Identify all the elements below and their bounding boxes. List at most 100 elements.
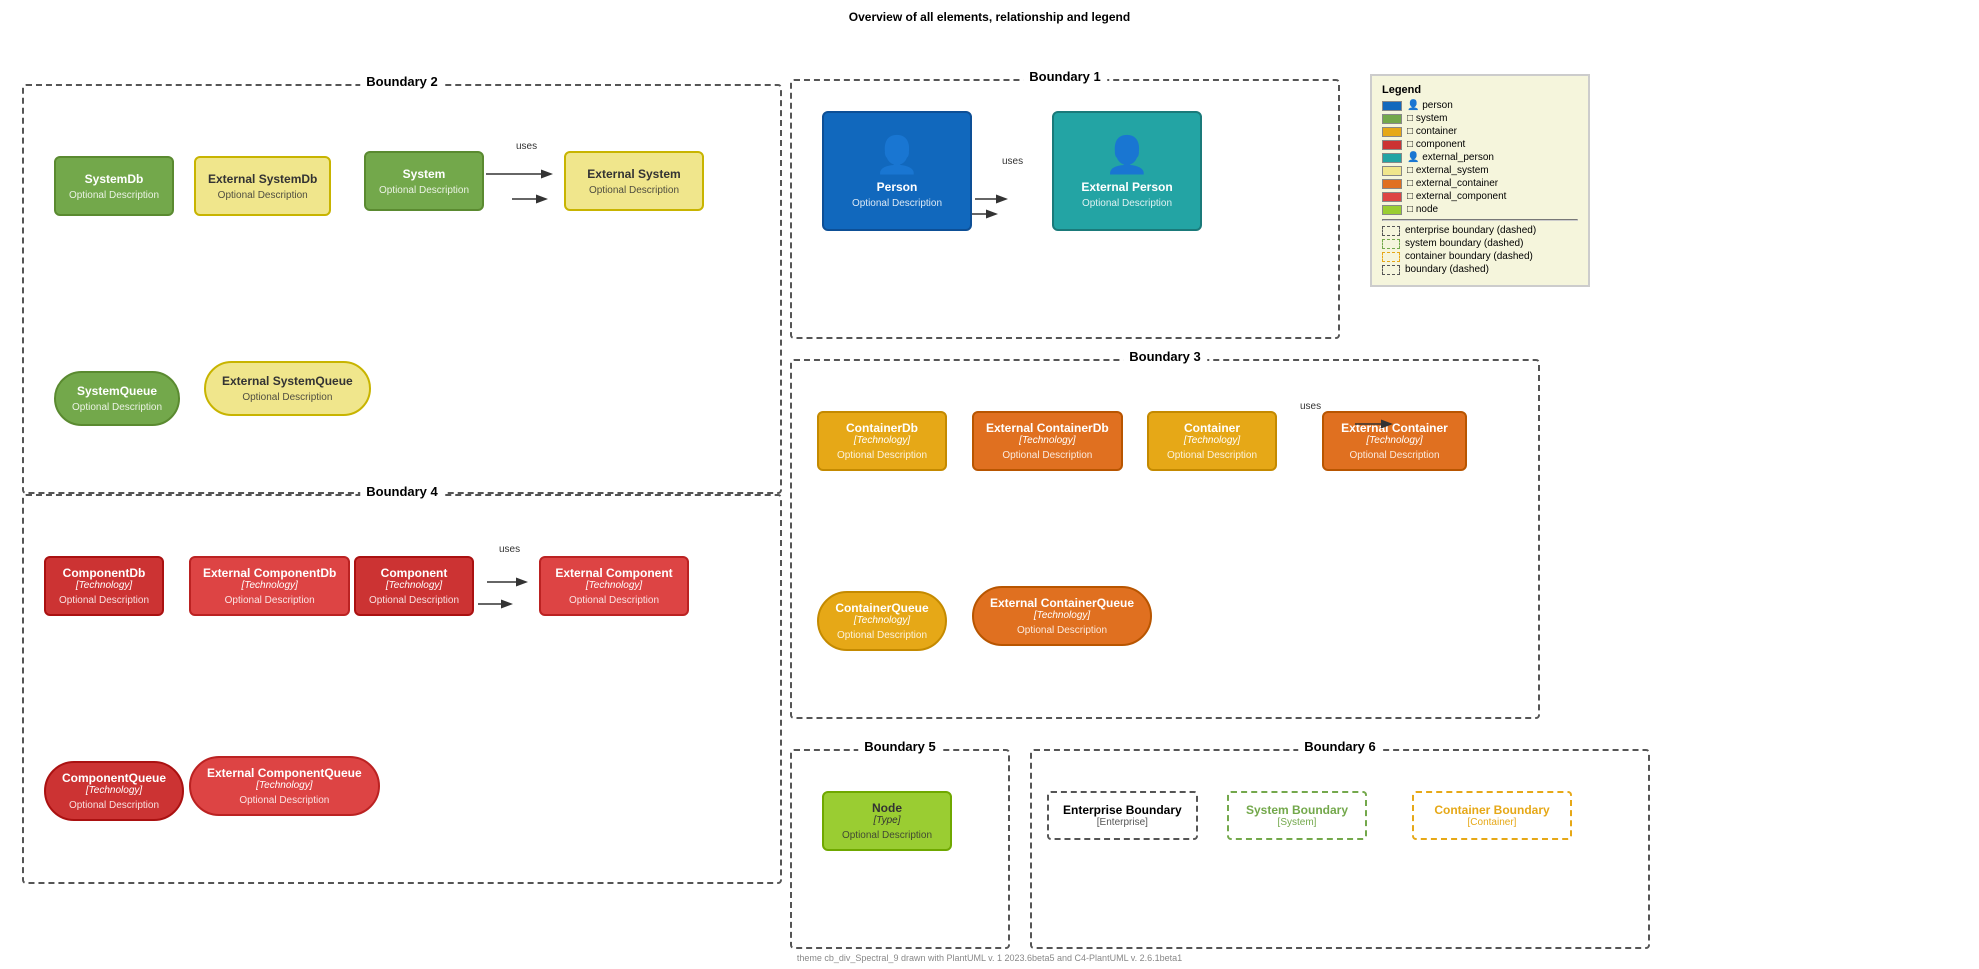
component-queue-tech: [Technology] <box>86 785 142 796</box>
legend-container: □ container <box>1382 126 1578 137</box>
system-boundary-sub: [System] <box>1243 817 1351 828</box>
external-component-tech: [Technology] <box>586 580 642 591</box>
legend-ext-container: □ external_container <box>1382 178 1578 189</box>
legend-system: □ system <box>1382 113 1578 124</box>
legend-node-swatch <box>1382 205 1402 215</box>
enterprise-boundary-name: Enterprise Boundary <box>1063 803 1182 817</box>
legend-system-swatch <box>1382 114 1402 124</box>
legend-node-label: □ node <box>1407 204 1438 215</box>
uses-label-b2: uses <box>516 141 537 152</box>
external-person-icon: 👤 <box>1105 134 1150 176</box>
legend-container-boundary: container boundary (dashed) <box>1382 251 1578 262</box>
node-name: Node <box>872 801 902 815</box>
external-system-queue-desc: Optional Description <box>242 392 332 403</box>
component-elem: Component [Technology] Optional Descript… <box>354 556 474 616</box>
system-name: System <box>403 167 446 181</box>
external-component-db-desc: Optional Description <box>225 595 315 606</box>
external-container-queue-desc: Optional Description <box>1017 625 1107 636</box>
system-queue-name: SystemQueue <box>77 384 157 398</box>
legend-ext-component: □ external_component <box>1382 191 1578 202</box>
boundary-1: Boundary 1 👤 Person Optional Description… <box>790 79 1340 339</box>
person-name: Person <box>877 180 918 194</box>
node-elem: Node [Type] Optional Description <box>822 791 952 851</box>
container-shape: Container [Technology] Optional Descript… <box>1147 411 1277 471</box>
component-tech: [Technology] <box>386 580 442 591</box>
legend-person: 👤 person <box>1382 100 1578 111</box>
system-db-desc: Optional Description <box>69 190 159 201</box>
uses-label-b1: uses <box>1002 156 1023 167</box>
container-queue-desc: Optional Description <box>837 630 927 641</box>
node-desc: Optional Description <box>842 830 932 841</box>
external-component-elem: External Component [Technology] Optional… <box>539 556 689 616</box>
external-person-elem: 👤 External Person Optional Description <box>1052 111 1202 231</box>
boundary-6-title: Boundary 6 <box>1298 739 1382 754</box>
external-container-db-desc: Optional Description <box>1002 450 1092 461</box>
container-db-tech: [Technology] <box>854 435 910 446</box>
external-system-db-shape: External SystemDb Optional Description <box>194 156 331 216</box>
boundary-1-title: Boundary 1 <box>1023 69 1107 84</box>
person-desc: Optional Description <box>852 198 942 209</box>
container-queue-shape: ContainerQueue [Technology] Optional Des… <box>817 591 947 651</box>
external-person-name: External Person <box>1081 180 1172 194</box>
system-shape: System Optional Description <box>364 151 484 211</box>
legend-ext-container-swatch <box>1382 179 1402 189</box>
enterprise-boundary-elem: Enterprise Boundary [Enterprise] <box>1047 791 1198 840</box>
external-system-queue-shape: External SystemQueue Optional Descriptio… <box>204 361 371 416</box>
person-icon: 👤 <box>875 134 920 176</box>
system-db-elem: SystemDb Optional Description <box>54 156 174 216</box>
boundary-5: Boundary 5 Node [Type] Optional Descript… <box>790 749 1010 949</box>
external-component-shape: External Component [Technology] Optional… <box>539 556 689 616</box>
system-db-name: SystemDb <box>85 172 144 186</box>
legend-boundary-label: boundary (dashed) <box>1405 264 1489 275</box>
legend-ext-component-label: □ external_component <box>1407 191 1506 202</box>
legend-enterprise-dash <box>1382 226 1400 236</box>
legend-component-label: □ component <box>1407 139 1465 150</box>
legend-system-label: □ system <box>1407 113 1448 124</box>
external-component-queue-tech: [Technology] <box>256 780 312 791</box>
legend-ext-system: □ external_system <box>1382 165 1578 176</box>
footer: theme cb_div_Spectral_9 drawn with Plant… <box>797 953 1182 963</box>
component-queue-desc: Optional Description <box>69 800 159 811</box>
legend-container-swatch <box>1382 127 1402 137</box>
container-db-shape: ContainerDb [Technology] Optional Descri… <box>817 411 947 471</box>
system-queue-elem: SystemQueue Optional Description <box>54 371 180 426</box>
external-container-queue-name: External ContainerQueue <box>990 596 1134 610</box>
legend-system-boundary: system boundary (dashed) <box>1382 238 1578 249</box>
external-container-db-shape: External ContainerDb [Technology] Option… <box>972 411 1123 471</box>
legend-node: □ node <box>1382 204 1578 215</box>
legend-ext-system-swatch <box>1382 166 1402 176</box>
component-queue-shape: ComponentQueue [Technology] Optional Des… <box>44 761 184 821</box>
system-db-shape: SystemDb Optional Description <box>54 156 174 216</box>
legend-boundary-dash <box>1382 265 1400 275</box>
uses-label-b3: uses <box>1300 401 1321 412</box>
legend-container-boundary-label: container boundary (dashed) <box>1405 251 1533 262</box>
boundary-2: Boundary 2 SystemDb Optional Description… <box>22 84 782 494</box>
legend-ext-container-label: □ external_container <box>1407 178 1498 189</box>
external-component-queue-elem: External ComponentQueue [Technology] Opt… <box>189 756 380 816</box>
external-container-db-tech: [Technology] <box>1019 435 1075 446</box>
external-system-queue-name: External SystemQueue <box>222 374 353 388</box>
boundary-3-title: Boundary 3 <box>1123 349 1207 364</box>
component-name: Component <box>381 566 448 580</box>
external-system-db-elem: External SystemDb Optional Description <box>194 156 331 216</box>
person-shape: 👤 Person Optional Description <box>822 111 972 231</box>
boundary-6: Boundary 6 Enterprise Boundary [Enterpri… <box>1030 749 1650 949</box>
external-person-desc: Optional Description <box>1082 198 1172 209</box>
component-queue-name: ComponentQueue <box>62 771 166 785</box>
container-db-elem: ContainerDb [Technology] Optional Descri… <box>817 411 947 471</box>
container-queue-name: ContainerQueue <box>835 601 928 615</box>
legend-boundary: boundary (dashed) <box>1382 264 1578 275</box>
container-name: Container <box>1184 421 1240 435</box>
uses-label-b4: uses <box>499 544 520 555</box>
legend-system-boundary-label: system boundary (dashed) <box>1405 238 1523 249</box>
external-component-db-shape: External ComponentDb [Technology] Option… <box>189 556 350 616</box>
container-tech: [Technology] <box>1184 435 1240 446</box>
node-tech: [Type] <box>873 815 900 826</box>
legend-component-swatch <box>1382 140 1402 150</box>
container-db-name: ContainerDb <box>846 421 918 435</box>
external-container-db-name: External ContainerDb <box>986 421 1109 435</box>
component-desc: Optional Description <box>369 595 459 606</box>
component-shape: Component [Technology] Optional Descript… <box>354 556 474 616</box>
external-component-desc: Optional Description <box>569 595 659 606</box>
boundary-3: Boundary 3 ContainerDb [Technology] Opti… <box>790 359 1540 719</box>
